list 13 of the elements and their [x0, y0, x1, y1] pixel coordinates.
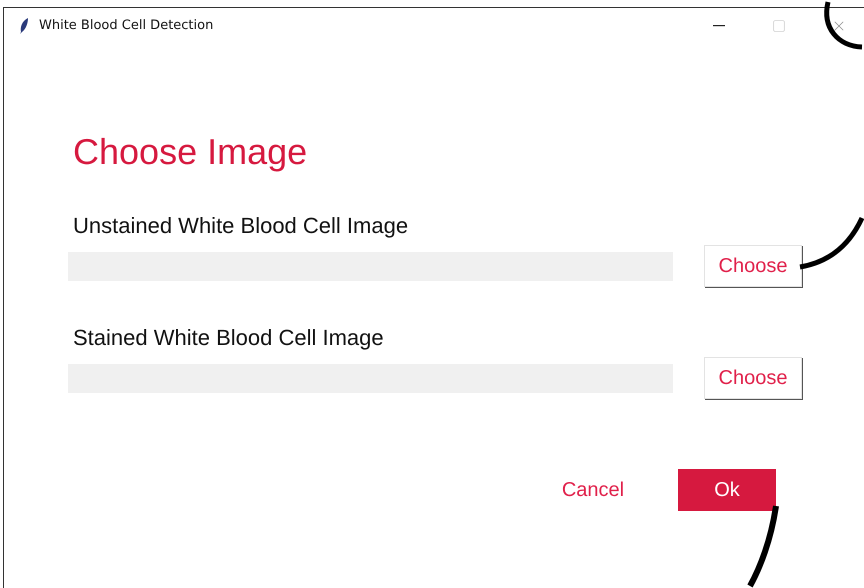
ok-button[interactable]: Ok [678, 469, 776, 511]
field-label: Unstained White Blood Cell Image [73, 213, 410, 239]
choose-button[interactable]: Choose [704, 245, 802, 287]
field-label: Stained White Blood Cell Image [73, 325, 385, 351]
minimize-icon [713, 24, 725, 26]
cancel-button[interactable]: Cancel [538, 478, 648, 502]
heading: Choose Image [73, 131, 308, 173]
maximize-icon [772, 18, 786, 32]
annotation-line [800, 216, 864, 270]
annotation-line [824, 2, 862, 50]
window-title: White Blood Cell Detection [39, 18, 214, 33]
feather-icon [19, 16, 29, 34]
choose-button[interactable]: Choose [704, 357, 802, 399]
